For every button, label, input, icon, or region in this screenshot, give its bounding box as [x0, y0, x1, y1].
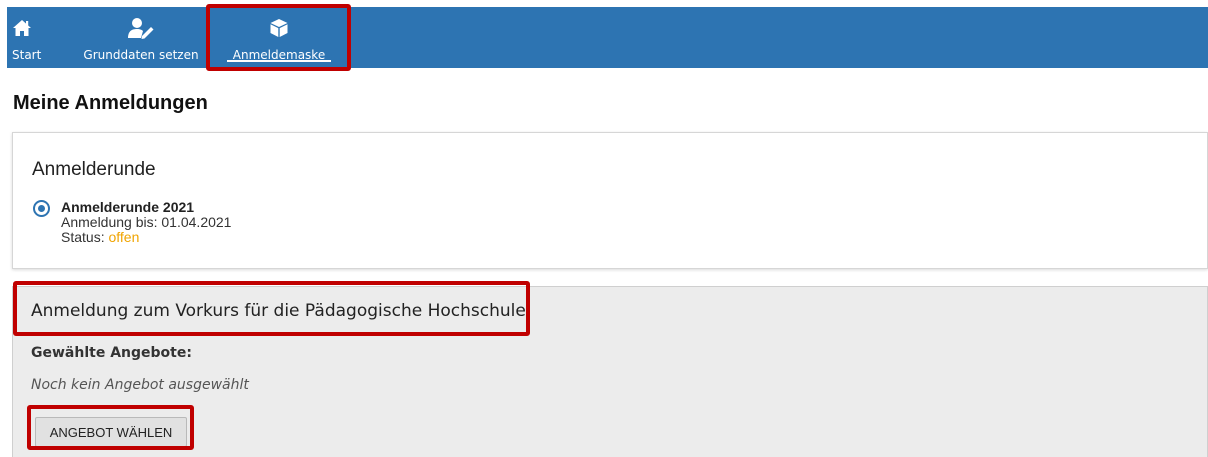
round-status: Status: offen [61, 230, 231, 245]
round-option[interactable]: Anmelderunde 2021 Anmeldung bis: 01.04.2… [61, 200, 231, 245]
round-status-label: Status: [61, 229, 105, 245]
selected-offers-heading: Gewählte Angebote: [31, 345, 192, 361]
choose-offer-button[interactable]: ANGEBOT WÄHLEN [35, 417, 187, 447]
nav-grunddaten[interactable]: Grunddaten setzen [73, 7, 209, 68]
nav-anmeldemaske-label: Anmeldemaske [232, 48, 326, 62]
nav-start-label: Start [12, 48, 42, 62]
user-edit-icon [127, 13, 155, 43]
round-card: Anmelderunde Anmelderunde 2021 Anmeldung… [12, 132, 1208, 269]
status-badge: offen [108, 229, 140, 245]
page-title: Meine Anmeldungen [13, 92, 208, 114]
nav-start[interactable]: Start [7, 7, 54, 68]
home-icon [12, 13, 32, 43]
nav-grunddaten-label: Grunddaten setzen [83, 48, 199, 62]
course-card-title: Anmeldung zum Vorkurs für die Pädagogisc… [31, 301, 526, 321]
round-radio-selected[interactable] [33, 200, 50, 217]
course-card: Anmeldung zum Vorkurs für die Pädagogisc… [12, 286, 1208, 457]
cube-icon [269, 13, 289, 43]
top-navbar: Start Grunddaten setzen Anmeldemaske [7, 7, 1208, 68]
nav-anmeldemaske[interactable]: Anmeldemaske [211, 7, 347, 68]
round-card-title: Anmelderunde [32, 159, 156, 180]
no-offer-text: Noch kein Angebot ausgewählt [31, 377, 249, 393]
round-name: Anmelderunde 2021 [61, 199, 195, 215]
round-deadline: Anmeldung bis: 01.04.2021 [61, 214, 232, 230]
